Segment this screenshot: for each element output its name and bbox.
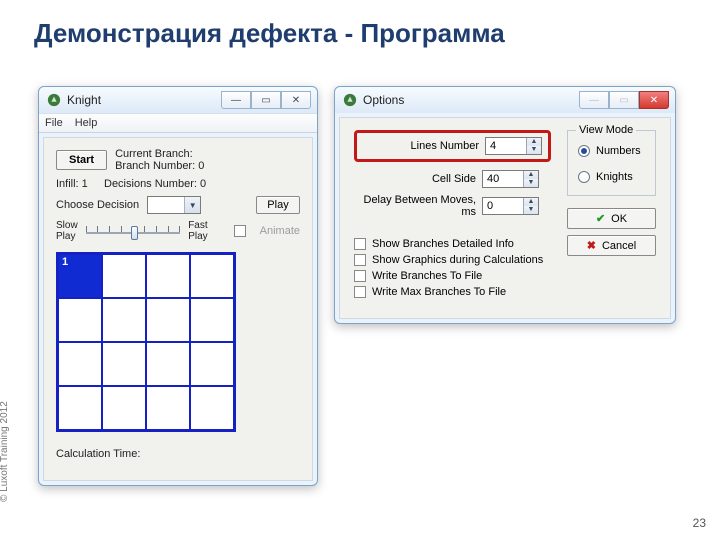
cell-2-3[interactable] — [146, 298, 190, 342]
radio-numbers-label: Numbers — [596, 145, 641, 157]
app-icon — [47, 93, 61, 107]
chk-write-branches-label: Write Branches To File — [372, 270, 482, 282]
delay-label: Delay Between Moves, ms — [354, 194, 482, 218]
lines-number-value[interactable] — [486, 138, 526, 154]
cell-1-3[interactable] — [146, 254, 190, 298]
spin-up-icon[interactable]: ▲ — [524, 171, 538, 179]
chk-branches-info-label: Show Branches Detailed Info — [372, 238, 514, 250]
chevron-down-icon: ▼ — [184, 197, 200, 213]
cell-4-1[interactable] — [58, 386, 102, 430]
knight-window: Knight — ▭ ✕ File Help Start Current Bra… — [38, 86, 318, 486]
highlighted-field: Lines Number ▲▼ — [354, 130, 551, 162]
page-number: 23 — [693, 516, 706, 530]
speed-slider[interactable] — [86, 222, 181, 240]
delay-input[interactable]: ▲▼ — [482, 197, 539, 215]
options-title: Options — [363, 93, 404, 107]
slide-title: Демонстрация дефекта - Программа — [34, 18, 505, 49]
minimize-button: — — [579, 91, 609, 109]
infill-label: Infill: 1 — [56, 178, 96, 190]
cell-3-1[interactable] — [58, 342, 102, 386]
cell-2-2[interactable] — [102, 298, 146, 342]
calc-time-label: Calculation Time: — [56, 448, 140, 460]
fast-play-label: Fast Play — [188, 220, 207, 242]
spin-down-icon[interactable]: ▼ — [524, 206, 538, 214]
animate-label: Animate — [260, 225, 300, 237]
play-button[interactable]: Play — [256, 196, 300, 214]
cell-2-1[interactable] — [58, 298, 102, 342]
spin-up-icon[interactable]: ▲ — [527, 138, 541, 146]
close-button[interactable]: ✕ — [281, 91, 311, 109]
cell-1-2[interactable] — [102, 254, 146, 298]
chk-write-max-branches-label: Write Max Branches To File — [372, 286, 506, 298]
cell-3-2[interactable] — [102, 342, 146, 386]
cell-side-input[interactable]: ▲▼ — [482, 170, 539, 188]
current-branch-label: Current Branch: — [115, 148, 204, 160]
knight-titlebar[interactable]: Knight — ▭ ✕ — [39, 87, 317, 113]
cell-1-4[interactable] — [190, 254, 234, 298]
branch-number-label: Branch Number: 0 — [115, 160, 204, 172]
start-button[interactable]: Start — [56, 150, 107, 170]
chk-show-graphics-label: Show Graphics during Calculations — [372, 254, 543, 266]
ok-button[interactable]: ✔ OK — [567, 208, 656, 229]
ok-label: OK — [611, 213, 627, 225]
cross-icon: ✖ — [587, 239, 596, 252]
knight-title: Knight — [67, 93, 101, 107]
app-icon — [343, 93, 357, 107]
choose-decision-label: Choose Decision — [56, 199, 139, 211]
spin-down-icon[interactable]: ▼ — [527, 146, 541, 154]
cell-3-4[interactable] — [190, 342, 234, 386]
copyright-text: © Luxoft Training 2012 — [0, 401, 10, 502]
slow-play-label: Slow Play — [56, 220, 78, 242]
cell-1-1[interactable]: 1 — [58, 254, 102, 298]
radio-numbers[interactable] — [578, 145, 590, 157]
cell-4-4[interactable] — [190, 386, 234, 430]
chk-write-branches[interactable] — [354, 270, 366, 282]
view-mode-legend: View Mode — [576, 124, 636, 136]
cell-side-label: Cell Side — [354, 173, 482, 185]
maximize-button: ▭ — [609, 91, 639, 109]
cell-4-3[interactable] — [146, 386, 190, 430]
menu-file[interactable]: File — [45, 117, 63, 129]
lines-number-input[interactable]: ▲▼ — [485, 137, 542, 155]
cell-3-3[interactable] — [146, 342, 190, 386]
decisions-label: Decisions Number: 0 — [104, 178, 206, 190]
cell-side-value[interactable] — [483, 171, 523, 187]
radio-knights-label: Knights — [596, 171, 633, 183]
chk-show-graphics[interactable] — [354, 254, 366, 266]
spin-down-icon[interactable]: ▼ — [524, 179, 538, 187]
menu-help[interactable]: Help — [75, 117, 98, 129]
cell-2-4[interactable] — [190, 298, 234, 342]
spin-up-icon[interactable]: ▲ — [524, 198, 538, 206]
delay-value[interactable] — [483, 198, 523, 214]
view-mode-group: View Mode Numbers Knights — [567, 130, 656, 196]
cell-value: 1 — [62, 256, 68, 268]
maximize-button[interactable]: ▭ — [251, 91, 281, 109]
options-titlebar[interactable]: Options — ▭ ✕ — [335, 87, 675, 113]
radio-knights[interactable] — [578, 171, 590, 183]
board-grid: 1 — [56, 252, 236, 432]
chk-branches-info[interactable] — [354, 238, 366, 250]
chk-write-max-branches[interactable] — [354, 286, 366, 298]
cancel-button[interactable]: ✖ Cancel — [567, 235, 656, 256]
check-icon: ✔ — [596, 212, 605, 225]
animate-checkbox[interactable] — [234, 225, 246, 237]
menu-bar: File Help — [39, 113, 317, 133]
slider-thumb[interactable] — [131, 226, 138, 240]
lines-number-label: Lines Number — [363, 140, 485, 152]
decision-combo[interactable]: ▼ — [147, 196, 201, 214]
cancel-label: Cancel — [602, 240, 636, 252]
cell-4-2[interactable] — [102, 386, 146, 430]
minimize-button[interactable]: — — [221, 91, 251, 109]
close-button[interactable]: ✕ — [639, 91, 669, 109]
options-window: Options — ▭ ✕ Lines Number ▲▼ Cell Side — [334, 86, 676, 324]
